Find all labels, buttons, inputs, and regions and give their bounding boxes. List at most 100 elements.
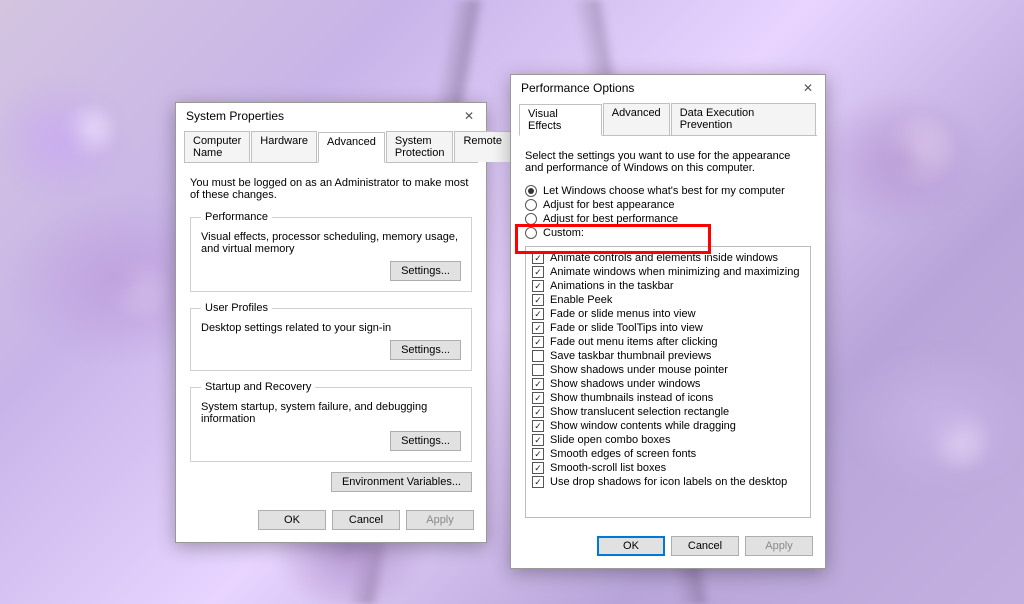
titlebar[interactable]: Performance Options ✕ bbox=[511, 75, 825, 101]
cancel-button[interactable]: Cancel bbox=[332, 510, 400, 530]
option-show-shadows-under-mouse-pointer[interactable]: Show shadows under mouse pointer bbox=[532, 363, 804, 377]
checkbox-icon bbox=[532, 406, 544, 418]
system-properties-dialog: System Properties ✕ Computer NameHardwar… bbox=[175, 102, 487, 543]
option-label: Smooth-scroll list boxes bbox=[550, 462, 666, 474]
settings-button[interactable]: Settings... bbox=[390, 431, 461, 451]
option-label: Enable Peek bbox=[550, 294, 612, 306]
tab-system-protection[interactable]: System Protection bbox=[386, 131, 454, 162]
group-legend: Startup and Recovery bbox=[201, 381, 315, 393]
option-label: Show shadows under mouse pointer bbox=[550, 364, 728, 376]
close-icon[interactable]: ✕ bbox=[799, 81, 817, 95]
option-label: Show window contents while dragging bbox=[550, 420, 736, 432]
option-label: Use drop shadows for icon labels on the … bbox=[550, 476, 787, 488]
option-enable-peek[interactable]: Enable Peek bbox=[532, 293, 804, 307]
option-animate-windows-when-minimizing-and-maximizing[interactable]: Animate windows when minimizing and maxi… bbox=[532, 265, 804, 279]
dialog-title: Performance Options bbox=[521, 81, 634, 95]
option-use-drop-shadows-for-icon-labels-on-the-desktop[interactable]: Use drop shadows for icon labels on the … bbox=[532, 475, 804, 489]
option-label: Show thumbnails instead of icons bbox=[550, 392, 713, 404]
titlebar[interactable]: System Properties ✕ bbox=[176, 103, 486, 129]
group-user-profiles: User Profiles Desktop settings related to… bbox=[190, 302, 472, 371]
option-smooth-scroll-list-boxes[interactable]: Smooth-scroll list boxes bbox=[532, 461, 804, 475]
tab-remote[interactable]: Remote bbox=[454, 131, 511, 162]
checkbox-icon bbox=[532, 364, 544, 376]
radio-icon bbox=[525, 213, 537, 225]
checkbox-icon bbox=[532, 294, 544, 306]
option-label: Slide open combo boxes bbox=[550, 434, 670, 446]
option-label: Fade or slide ToolTips into view bbox=[550, 322, 703, 334]
group-legend: Performance bbox=[201, 211, 272, 223]
apply-button[interactable]: Apply bbox=[745, 536, 813, 556]
settings-button[interactable]: Settings... bbox=[390, 261, 461, 281]
checkbox-icon bbox=[532, 476, 544, 488]
checkbox-icon bbox=[532, 378, 544, 390]
dialog-button-row: OK Cancel Apply bbox=[176, 502, 486, 542]
apply-button[interactable]: Apply bbox=[406, 510, 474, 530]
tab-advanced[interactable]: Advanced bbox=[603, 103, 670, 135]
checkbox-icon bbox=[532, 392, 544, 404]
option-save-taskbar-thumbnail-previews[interactable]: Save taskbar thumbnail previews bbox=[532, 349, 804, 363]
option-label: Animate controls and elements inside win… bbox=[550, 252, 778, 264]
radio-adjust-for-best-performance[interactable]: Adjust for best performance bbox=[525, 212, 811, 226]
option-label: Save taskbar thumbnail previews bbox=[550, 350, 711, 362]
settings-button[interactable]: Settings... bbox=[390, 340, 461, 360]
checkbox-icon bbox=[532, 322, 544, 334]
performance-options-dialog: Performance Options ✕ Visual EffectsAdva… bbox=[510, 74, 826, 569]
option-show-translucent-selection-rectangle[interactable]: Show translucent selection rectangle bbox=[532, 405, 804, 419]
checkbox-icon bbox=[532, 280, 544, 292]
option-slide-open-combo-boxes[interactable]: Slide open combo boxes bbox=[532, 433, 804, 447]
radio-label: Custom: bbox=[543, 227, 584, 239]
dialog-button-row: OK Cancel Apply bbox=[511, 528, 825, 568]
tab-visual-effects[interactable]: Visual Effects bbox=[519, 104, 602, 136]
checkbox-icon bbox=[532, 308, 544, 320]
tab-strip: Visual EffectsAdvancedData Execution Pre… bbox=[519, 103, 817, 136]
tab-hardware[interactable]: Hardware bbox=[251, 131, 317, 162]
option-show-thumbnails-instead-of-icons[interactable]: Show thumbnails instead of icons bbox=[532, 391, 804, 405]
visual-effects-list[interactable]: Animate controls and elements inside win… bbox=[525, 246, 811, 518]
radio-icon bbox=[525, 199, 537, 211]
option-label: Show translucent selection rectangle bbox=[550, 406, 729, 418]
checkbox-icon bbox=[532, 350, 544, 362]
option-show-shadows-under-windows[interactable]: Show shadows under windows bbox=[532, 377, 804, 391]
option-animations-in-the-taskbar[interactable]: Animations in the taskbar bbox=[532, 279, 804, 293]
checkbox-icon bbox=[532, 420, 544, 432]
group-description: Desktop settings related to your sign-in bbox=[201, 322, 461, 334]
checkbox-icon bbox=[532, 448, 544, 460]
dialog-title: System Properties bbox=[186, 109, 284, 123]
tab-strip: Computer NameHardwareAdvancedSystem Prot… bbox=[184, 131, 478, 163]
option-show-window-contents-while-dragging[interactable]: Show window contents while dragging bbox=[532, 419, 804, 433]
radio-let-windows-choose-what-s-best-for-my-computer[interactable]: Let Windows choose what's best for my co… bbox=[525, 184, 811, 198]
checkbox-icon bbox=[532, 462, 544, 474]
group-performance: Performance Visual effects, processor sch… bbox=[190, 211, 472, 292]
ok-button[interactable]: OK bbox=[597, 536, 665, 556]
admin-instruction: You must be logged on as an Administrato… bbox=[190, 177, 472, 201]
settings-instruction: Select the settings you want to use for … bbox=[525, 150, 811, 174]
radio-custom[interactable]: Custom: bbox=[525, 226, 811, 240]
checkbox-icon bbox=[532, 252, 544, 264]
close-icon[interactable]: ✕ bbox=[460, 109, 478, 123]
checkbox-icon bbox=[532, 266, 544, 278]
option-label: Smooth edges of screen fonts bbox=[550, 448, 696, 460]
option-label: Animate windows when minimizing and maxi… bbox=[550, 266, 799, 278]
ok-button[interactable]: OK bbox=[258, 510, 326, 530]
group-description: System startup, system failure, and debu… bbox=[201, 401, 461, 425]
option-label: Show shadows under windows bbox=[550, 378, 700, 390]
cancel-button[interactable]: Cancel bbox=[671, 536, 739, 556]
group-legend: User Profiles bbox=[201, 302, 272, 314]
option-fade-or-slide-tooltips-into-view[interactable]: Fade or slide ToolTips into view bbox=[532, 321, 804, 335]
tab-computer-name[interactable]: Computer Name bbox=[184, 131, 250, 162]
radio-icon bbox=[525, 185, 537, 197]
radio-label: Adjust for best performance bbox=[543, 213, 678, 225]
group-startup-and-recovery: Startup and Recovery System startup, syst… bbox=[190, 381, 472, 462]
option-fade-or-slide-menus-into-view[interactable]: Fade or slide menus into view bbox=[532, 307, 804, 321]
tab-data-execution-prevention[interactable]: Data Execution Prevention bbox=[671, 103, 816, 135]
dialog-body: Select the settings you want to use for … bbox=[511, 136, 825, 528]
option-fade-out-menu-items-after-clicking[interactable]: Fade out menu items after clicking bbox=[532, 335, 804, 349]
option-smooth-edges-of-screen-fonts[interactable]: Smooth edges of screen fonts bbox=[532, 447, 804, 461]
group-description: Visual effects, processor scheduling, me… bbox=[201, 231, 461, 255]
checkbox-icon bbox=[532, 434, 544, 446]
radio-adjust-for-best-appearance[interactable]: Adjust for best appearance bbox=[525, 198, 811, 212]
environment-variables-button[interactable]: Environment Variables... bbox=[331, 472, 472, 492]
option-label: Fade or slide menus into view bbox=[550, 308, 696, 320]
option-animate-controls-and-elements-inside-windows[interactable]: Animate controls and elements inside win… bbox=[532, 251, 804, 265]
tab-advanced[interactable]: Advanced bbox=[318, 132, 385, 163]
